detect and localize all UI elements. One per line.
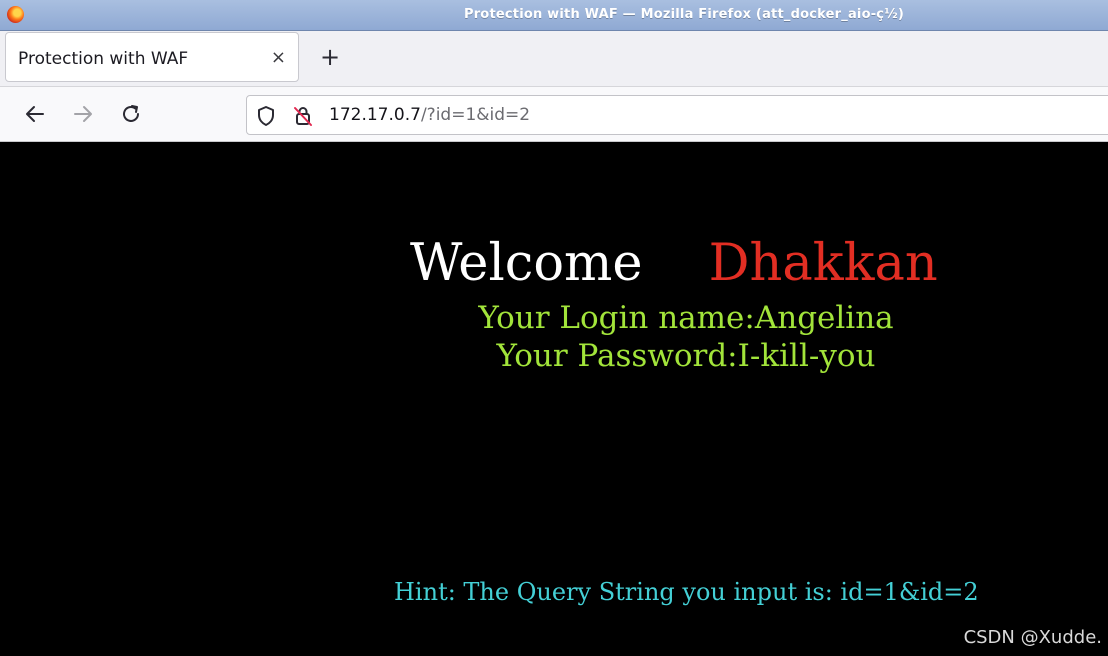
url-host: 172.17.0.7 [329,105,421,125]
back-arrow-icon [26,106,44,122]
welcome-heading: Welcome Dhakkan [410,234,938,294]
welcome-text: Welcome [410,234,643,293]
reload-button[interactable] [116,99,146,129]
address-bar[interactable]: 172.17.0.7/?id=1&id=2 [246,95,1108,135]
query-string-hint: Hint: The Query String you input is: id=… [394,578,979,606]
back-button[interactable] [20,99,50,129]
forward-arrow-icon [74,106,92,122]
tab-protection-with-waf[interactable]: Protection with WAF × [5,32,299,82]
tracking-protection-shield-icon[interactable] [256,105,276,127]
window-titlebar: Protection with WAF — Mozilla Firefox (a… [0,0,1108,31]
csdn-watermark: CSDN @Xudde. [963,627,1102,648]
welcome-name: Dhakkan [708,234,938,293]
tab-strip: Protection with WAF × + [0,31,1108,86]
password-line: Your Password:I-kill-you [496,338,876,374]
insecure-lock-icon[interactable] [293,105,313,127]
page-content: Welcome Dhakkan Your Login name:Angelina … [0,142,1108,656]
new-tab-button[interactable]: + [316,43,344,71]
url-path: /?id=1&id=2 [420,105,531,125]
login-name-line: Your Login name:Angelina [478,300,894,336]
forward-button[interactable] [68,99,98,129]
url-text[interactable]: 172.17.0.7/?id=1&id=2 [329,105,530,125]
reload-icon [123,105,139,122]
tab-title: Protection with WAF [18,49,189,69]
tab-close-icon[interactable]: × [271,47,286,68]
navigation-toolbar: 172.17.0.7/?id=1&id=2 [0,86,1108,142]
window-title: Protection with WAF — Mozilla Firefox (a… [463,7,905,22]
